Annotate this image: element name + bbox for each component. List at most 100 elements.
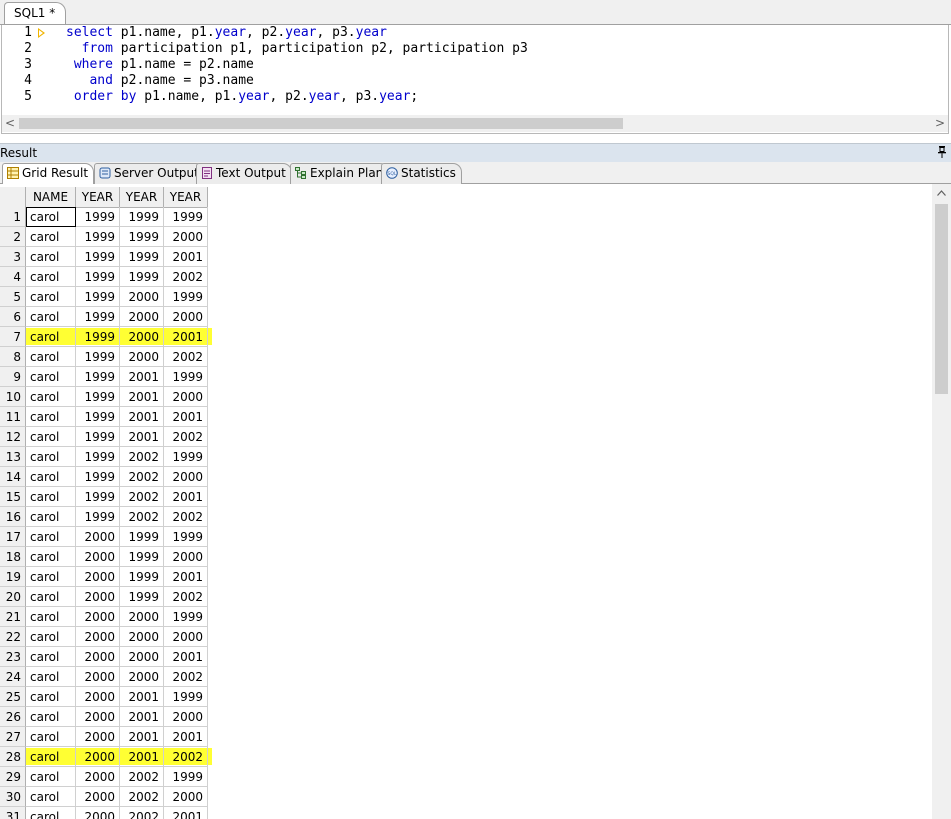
row-number[interactable]: 31 [0,807,26,819]
cell-name[interactable]: carol [26,227,76,247]
row-number[interactable]: 24 [0,667,26,687]
row-number[interactable]: 26 [0,707,26,727]
cell-year[interactable]: 1999 [76,387,120,407]
cell-year[interactable]: 2000 [164,547,208,567]
row-number[interactable]: 17 [0,527,26,547]
code-line[interactable]: where p1.name = p2.name [66,57,254,73]
cell-year[interactable]: 2001 [120,727,164,747]
cell-year[interactable]: 2002 [164,587,208,607]
scrollbar-thumb[interactable] [19,118,623,129]
cell-year[interactable]: 2001 [120,747,164,767]
grid-result[interactable]: NAME YEAR YEAR YEAR 1 carol 1999 1999 1999 2 carol… [0,184,932,819]
cell-year[interactable]: 1999 [76,307,120,327]
cell-name[interactable]: carol [26,767,76,787]
cell-year[interactable]: 2001 [164,807,208,819]
cell-year[interactable]: 1999 [120,547,164,567]
cell-name[interactable]: carol [26,627,76,647]
cell-name[interactable]: carol [26,507,76,527]
row-number[interactable]: 23 [0,647,26,667]
cell-year[interactable]: 2002 [120,507,164,527]
cell-name[interactable]: carol [26,707,76,727]
row-number[interactable]: 11 [0,407,26,427]
cell-name[interactable]: carol [26,207,76,227]
scroll-right-button[interactable]: > [932,115,948,132]
cell-year[interactable]: 2000 [164,307,208,327]
row-number[interactable]: 29 [0,767,26,787]
cell-year[interactable]: 2000 [76,667,120,687]
row-number[interactable]: 3 [0,247,26,267]
row-number[interactable]: 15 [0,487,26,507]
cell-year[interactable]: 2000 [164,387,208,407]
sql-editor[interactable]: 12345 select p1.name, p1.year, p2.year, … [1,25,949,134]
cell-name[interactable]: carol [26,307,76,327]
column-header-year[interactable]: YEAR [76,187,120,208]
cell-year[interactable]: 1999 [76,347,120,367]
cell-name[interactable]: carol [26,687,76,707]
cell-year[interactable]: 1999 [164,447,208,467]
cell-year[interactable]: 1999 [76,227,120,247]
row-number[interactable]: 30 [0,787,26,807]
code-line[interactable]: order by p1.name, p1.year, p2.year, p3.y… [66,89,418,105]
cell-year[interactable]: 1999 [164,207,208,227]
row-number[interactable]: 1 [0,207,26,227]
row-number[interactable]: 12 [0,427,26,447]
cell-name[interactable]: carol [26,527,76,547]
cell-name[interactable]: carol [26,367,76,387]
row-number[interactable]: 8 [0,347,26,367]
cell-name[interactable]: carol [26,467,76,487]
column-header-year[interactable]: YEAR [164,187,208,208]
row-number[interactable]: 18 [0,547,26,567]
cell-year[interactable]: 2001 [164,327,208,347]
cell-year[interactable]: 2002 [120,787,164,807]
cell-year[interactable]: 2000 [76,687,120,707]
tab-statistics[interactable]: SQL Statistics [381,163,462,184]
cell-year[interactable]: 2000 [164,227,208,247]
cell-year[interactable]: 1999 [120,267,164,287]
cell-year[interactable]: 2000 [76,547,120,567]
pin-icon[interactable] [938,146,946,158]
code-line[interactable]: and p2.name = p3.name [66,73,253,89]
code-line[interactable]: select p1.name, p1.year, p2.year, p3.yea… [66,25,387,41]
row-number[interactable]: 5 [0,287,26,307]
cell-name[interactable]: carol [26,587,76,607]
cell-name[interactable]: carol [26,347,76,367]
cell-year[interactable]: 2002 [164,747,208,767]
cell-year[interactable]: 2002 [120,767,164,787]
cell-year[interactable]: 2002 [120,447,164,467]
cell-year[interactable]: 1999 [76,287,120,307]
grid-corner-header[interactable] [0,187,26,208]
cell-year[interactable]: 2000 [76,727,120,747]
cell-name[interactable]: carol [26,387,76,407]
cell-year[interactable]: 1999 [76,367,120,387]
cell-year[interactable]: 1999 [76,467,120,487]
cell-year[interactable]: 2001 [120,427,164,447]
row-number[interactable]: 4 [0,267,26,287]
cell-year[interactable]: 1999 [76,507,120,527]
cell-year[interactable]: 2000 [120,667,164,687]
cell-year[interactable]: 2001 [164,487,208,507]
cell-year[interactable]: 2000 [120,647,164,667]
cell-year[interactable]: 1999 [164,607,208,627]
cell-year[interactable]: 2000 [120,287,164,307]
cell-year[interactable]: 2001 [120,707,164,727]
cell-year[interactable]: 1999 [76,447,120,467]
cell-name[interactable]: carol [26,567,76,587]
cell-year[interactable]: 2001 [120,387,164,407]
cell-year[interactable]: 2002 [164,507,208,527]
cell-year[interactable]: 2000 [164,787,208,807]
cell-name[interactable]: carol [26,787,76,807]
cell-name[interactable]: carol [26,267,76,287]
cell-year[interactable]: 2001 [164,407,208,427]
cell-year[interactable]: 1999 [76,427,120,447]
cell-year[interactable]: 1999 [164,687,208,707]
cell-year[interactable]: 2002 [164,427,208,447]
cell-year[interactable]: 1999 [164,767,208,787]
scrollbar-thumb[interactable] [935,204,948,394]
cell-year[interactable]: 1999 [164,527,208,547]
editor-horizontal-scrollbar[interactable]: < > [2,115,948,132]
row-number[interactable]: 19 [0,567,26,587]
cell-year[interactable]: 2000 [120,307,164,327]
cell-name[interactable]: carol [26,727,76,747]
cell-year[interactable]: 2002 [164,667,208,687]
cell-year[interactable]: 2001 [164,647,208,667]
